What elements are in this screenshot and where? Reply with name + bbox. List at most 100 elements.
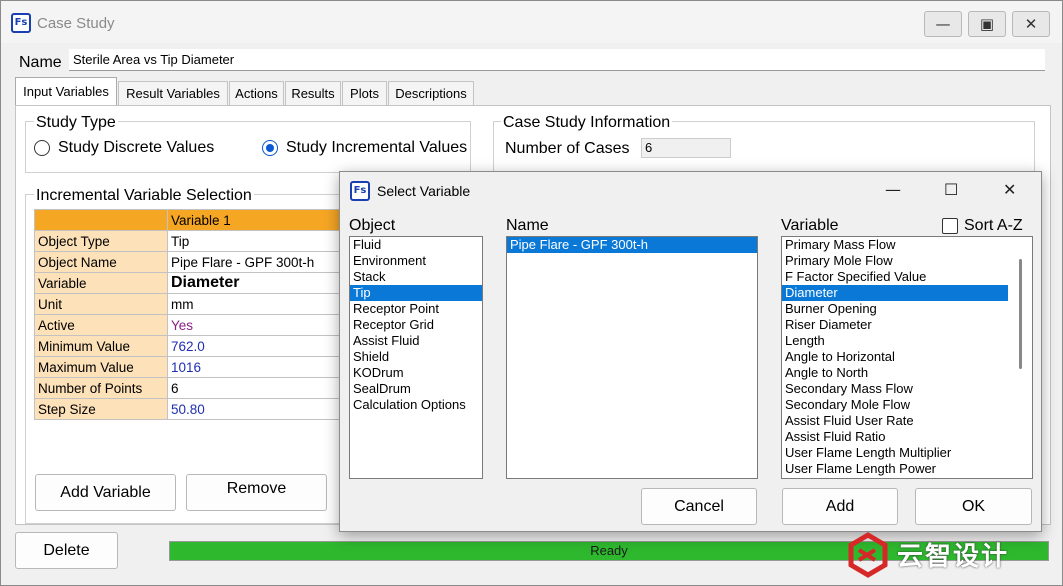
row-value[interactable]: 1016 (167, 356, 344, 378)
tab-results[interactable]: Results (285, 81, 341, 105)
app-logo-icon: Fs (11, 13, 31, 33)
close-icon: ✕ (1024, 15, 1038, 33)
list-item[interactable]: User Flame Length Power (782, 461, 1032, 477)
list-item[interactable]: Assist Fluid Ratio (782, 429, 1032, 445)
row-value[interactable]: Yes (167, 314, 344, 336)
sort-az-label: Sort A-Z (964, 217, 1023, 234)
list-item[interactable]: SealDrum (350, 381, 482, 397)
dialog-minimize-icon[interactable]: — (885, 180, 901, 199)
tab-actions[interactable]: Actions (229, 81, 284, 105)
table-row[interactable]: Maximum Value 1016 (34, 356, 344, 378)
minimize-button[interactable]: — (924, 11, 962, 37)
list-item[interactable]: Calculation Options (350, 397, 482, 413)
row-value[interactable]: Diameter (167, 272, 344, 294)
tab-result-variables[interactable]: Result Variables (118, 81, 228, 105)
row-label: Minimum Value (34, 335, 168, 357)
close-button[interactable]: ✕ (1012, 11, 1050, 37)
variable-list[interactable]: Primary Mass Flow Primary Mole Flow F Fa… (781, 236, 1033, 479)
row-value[interactable]: Pipe Flare - GPF 300t-h (167, 251, 344, 273)
watermark-text: 云智设计 (897, 541, 1010, 571)
row-value[interactable]: mm (167, 293, 344, 315)
delete-button[interactable]: Delete (15, 532, 118, 569)
name-label: Name (19, 54, 62, 71)
row-label: Object Type (34, 230, 168, 252)
title-bar: Fs Case Study — ▣ ✕ (1, 1, 1062, 43)
radio-discrete-label: Study Discrete Values (58, 139, 215, 156)
table-row[interactable]: Object Type Tip (34, 230, 344, 252)
grid-corner-cell (34, 209, 168, 231)
variable-list-scrollbar[interactable] (1019, 259, 1022, 369)
list-item[interactable]: Fluid (350, 237, 482, 253)
list-item[interactable]: Receptor Grid (350, 317, 482, 333)
list-item[interactable]: Angle to Horizontal (782, 349, 1032, 365)
variable-grid: Variable 1 Object Type Tip Object Name Pip… (34, 209, 344, 420)
list-item[interactable]: Length (782, 333, 1032, 349)
dialog-maximize-icon[interactable]: ☐ (944, 180, 958, 199)
cancel-button[interactable]: Cancel (641, 488, 757, 525)
list-item[interactable]: Stack (350, 269, 482, 285)
row-label: Variable (34, 272, 168, 294)
list-item[interactable]: Primary Mass Flow (782, 237, 1032, 253)
list-item[interactable]: Secondary Mass Flow (782, 381, 1032, 397)
list-item[interactable]: Receptor Point (350, 301, 482, 317)
table-row[interactable]: Variable Diameter (34, 272, 344, 294)
table-row[interactable]: Active Yes (34, 314, 344, 336)
list-item[interactable]: F Factor Specified Value (782, 269, 1032, 285)
row-value[interactable]: Tip (167, 230, 344, 252)
table-row[interactable]: Step Size 50.80 (34, 398, 344, 420)
table-row[interactable]: Minimum Value 762.0 (34, 335, 344, 357)
list-item-selected[interactable]: Tip (350, 285, 482, 301)
table-row[interactable]: Object Name Pipe Flare - GPF 300t-h (34, 251, 344, 273)
list-item[interactable]: Secondary Mole Flow (782, 397, 1032, 413)
tab-plots[interactable]: Plots (342, 81, 387, 105)
list-item-selected[interactable]: Pipe Flare - GPF 300t-h (507, 237, 757, 253)
remove-button[interactable]: Remove (186, 474, 327, 511)
list-item[interactable]: User Flame Length Multiplier (782, 445, 1032, 461)
add-button[interactable]: Add (782, 488, 898, 525)
add-variable-button[interactable]: Add Variable (35, 474, 176, 511)
case-info-title: Case Study Information (501, 114, 673, 132)
list-item[interactable]: Primary Mole Flow (782, 253, 1032, 269)
name-list[interactable]: Pipe Flare - GPF 300t-h (506, 236, 758, 479)
radio-unchecked-icon (34, 140, 50, 156)
radio-discrete-values[interactable]: Study Discrete Values (34, 139, 214, 157)
list-item[interactable]: Assist Fluid (350, 333, 482, 349)
row-label: Number of Points (34, 377, 168, 399)
list-item[interactable]: Environment (350, 253, 482, 269)
radio-incremental-values[interactable]: Study Incremental Values (262, 139, 467, 157)
sort-az-checkbox[interactable] (942, 218, 958, 234)
row-value[interactable]: 50.80 (167, 398, 344, 420)
row-label: Object Name (34, 251, 168, 273)
list-item[interactable]: Riser Diameter (782, 317, 1032, 333)
list-item[interactable]: Burner Opening (782, 301, 1032, 317)
name-list-label: Name (506, 217, 549, 234)
maximize-button[interactable]: ▣ (968, 11, 1006, 37)
list-item[interactable]: KODrum (350, 365, 482, 381)
logo-mark-icon (848, 532, 888, 578)
study-type-title: Study Type (34, 114, 118, 132)
row-value[interactable]: 6 (167, 377, 344, 399)
incremental-selection-title: Incremental Variable Selection (34, 187, 254, 205)
table-row[interactable]: Unit mm (34, 293, 344, 315)
table-row[interactable]: Number of Points 6 (34, 377, 344, 399)
tab-descriptions[interactable]: Descriptions (388, 81, 474, 105)
dialog-close-icon[interactable]: ✕ (1003, 180, 1016, 199)
list-item[interactable]: Assist Fluid User Rate (782, 413, 1032, 429)
grid-column-header: Variable 1 (167, 209, 344, 231)
row-value[interactable]: 762.0 (167, 335, 344, 357)
grid-header-row: Variable 1 (34, 209, 344, 231)
tab-input-variables[interactable]: Input Variables (15, 77, 117, 105)
dialog-logo-icon: Fs (350, 181, 370, 201)
maximize-icon: ▣ (979, 15, 995, 33)
list-item[interactable]: Angle to North (782, 365, 1032, 381)
row-label: Active (34, 314, 168, 336)
ok-button[interactable]: OK (915, 488, 1032, 525)
list-item-selected[interactable]: Diameter (782, 285, 1008, 301)
name-input[interactable] (69, 49, 1045, 71)
minimize-icon: — (935, 15, 951, 33)
row-label: Unit (34, 293, 168, 315)
object-list[interactable]: Fluid Environment Stack Tip Receptor Poi… (349, 236, 483, 479)
watermark-logo: 云智设计 (845, 532, 1055, 580)
list-item[interactable]: Shield (350, 349, 482, 365)
number-of-cases-field: 6 (641, 138, 731, 158)
